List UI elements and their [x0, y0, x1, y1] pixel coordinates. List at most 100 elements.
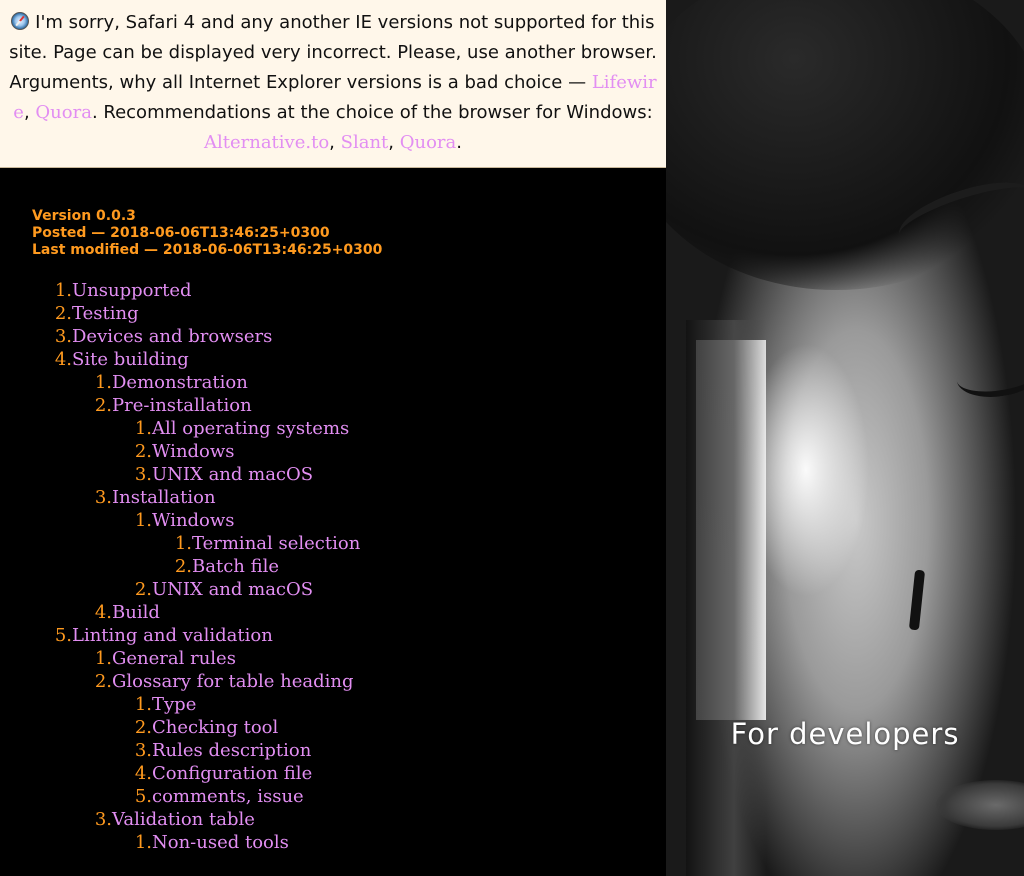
toc-item: 2. UNIX and macOS	[32, 578, 360, 601]
toc-item-number: 5.	[134, 786, 152, 807]
lips-shape	[936, 780, 1024, 830]
slant-link[interactable]: Slant	[341, 132, 389, 153]
browser-warning-banner: I'm sorry, Safari 4 and any another IE v…	[0, 0, 666, 168]
toc-item-link[interactable]: Type	[152, 693, 196, 716]
toc-item: 5. comments, issue	[32, 785, 360, 808]
toc-item-link[interactable]: Testing	[72, 302, 139, 325]
table-of-contents: 1. Unsupported 2. Testing 3. Devices and brow…	[32, 279, 360, 854]
toc-item: 2. Windows	[32, 440, 360, 463]
toc-item: 1. Windows	[32, 509, 360, 532]
quora-link[interactable]: Quora	[35, 102, 92, 123]
post-meta: Version 0.0.3 Posted — 2018-06-06T13:46:…	[32, 208, 382, 259]
toc-item-number: 3.	[94, 487, 112, 508]
toc-item-link[interactable]: Site building	[72, 348, 189, 371]
posted-date: Posted — 2018-06-06T13:46:25+0300	[32, 225, 330, 241]
toc-item-number: 4.	[54, 349, 72, 370]
warning-text-end: .	[456, 132, 462, 153]
toc-item: 3. Installation	[32, 486, 360, 509]
toc-item-link[interactable]: Checking tool	[152, 716, 278, 739]
toc-item-link[interactable]: Windows	[152, 509, 235, 532]
toc-item-number: 2.	[134, 717, 152, 738]
toc-item: 3. Validation table	[32, 808, 360, 831]
toc-item-number: 2.	[134, 579, 152, 600]
toc-item-link[interactable]: Installation	[112, 486, 216, 509]
toc-item: 3. UNIX and macOS	[32, 463, 360, 486]
toc-item-number: 2.	[134, 441, 152, 462]
toc-item-link[interactable]: Terminal selection	[192, 532, 360, 555]
toc-item-link[interactable]: Build	[112, 601, 160, 624]
toc-item-number: 2.	[94, 395, 112, 416]
toc-item: 2. Batch file	[32, 555, 360, 578]
toc-item-link[interactable]: Validation table	[112, 808, 255, 831]
toc-item-number: 2.	[94, 671, 112, 692]
nose-shape	[908, 569, 926, 631]
toc-item-number: 3.	[134, 740, 152, 761]
toc-item: 1. All operating systems	[32, 417, 360, 440]
modified-date: Last modified — 2018-06-06T13:46:25+0300	[32, 242, 383, 258]
toc-item: 1. Terminal selection	[32, 532, 360, 555]
toc-item: 5. Linting and validation	[32, 624, 360, 647]
toc-item-link[interactable]: Pre-installation	[112, 394, 252, 417]
toc-item-number: 1.	[174, 533, 192, 554]
toc-item-link[interactable]: All operating systems	[152, 417, 349, 440]
warning-text-middle: . Recommendations at the choice of the b…	[91, 102, 653, 123]
toc-item-number: 3.	[54, 326, 72, 347]
toc-item: 2. Checking tool	[32, 716, 360, 739]
separator: ,	[329, 132, 341, 153]
toc-item-number: 4.	[134, 763, 152, 784]
toc-item-number: 5.	[54, 625, 72, 646]
toc-item: 3. Devices and browsers	[32, 325, 360, 348]
toc-item-number: 4.	[94, 602, 112, 623]
toc-item-link[interactable]: Rules description	[152, 739, 311, 762]
toc-item-link[interactable]: Non-used tools	[152, 831, 289, 854]
toc-item-number: 1.	[134, 510, 152, 531]
toc-item-number: 2.	[174, 556, 192, 577]
hero-image: For developers	[666, 0, 1024, 876]
hair-strand	[686, 320, 766, 876]
toc-item-number: 1.	[134, 418, 152, 439]
toc-item-number: 1.	[134, 832, 152, 853]
toc-item-link[interactable]: Demonstration	[112, 371, 248, 394]
toc-item: 4. Site building	[32, 348, 360, 371]
toc-item-number: 2.	[54, 303, 72, 324]
toc-item-link[interactable]: Windows	[152, 440, 235, 463]
toc-item-link[interactable]: Unsupported	[72, 279, 192, 302]
toc-item: 1. Non-used tools	[32, 831, 360, 854]
toc-item: 2. Glossary for table heading	[32, 670, 360, 693]
toc-item-number: 1.	[94, 372, 112, 393]
toc-item: 2. Testing	[32, 302, 360, 325]
toc-item-link[interactable]: Batch file	[192, 555, 279, 578]
toc-item-link[interactable]: Linting and validation	[72, 624, 273, 647]
toc-item: 4. Configuration file	[32, 762, 360, 785]
hero-caption: For developers	[730, 717, 960, 751]
toc-item-link[interactable]: UNIX and macOS	[152, 463, 313, 486]
hair-shape	[666, 0, 1024, 290]
toc-item-link[interactable]: comments, issue	[152, 785, 304, 808]
safari-icon	[11, 12, 30, 30]
separator: ,	[388, 132, 400, 153]
toc-item-link[interactable]: Configuration file	[152, 762, 312, 785]
toc-item: 3. Rules description	[32, 739, 360, 762]
toc-item-number: 1.	[54, 280, 72, 301]
toc-item: 1. Demonstration	[32, 371, 360, 394]
main-column: I'm sorry, Safari 4 and any another IE v…	[0, 0, 666, 876]
toc-item: 1. Unsupported	[32, 279, 360, 302]
version-label: Version 0.0.3	[32, 208, 136, 224]
toc-item-link[interactable]: UNIX and macOS	[152, 578, 313, 601]
toc-item: 1. General rules	[32, 647, 360, 670]
warning-text: I'm sorry, Safari 4 and any another IE v…	[9, 12, 657, 93]
alternativeto-link[interactable]: Alternative.to	[204, 132, 329, 153]
toc-item-link[interactable]: Glossary for table heading	[112, 670, 354, 693]
toc-item: 2. Pre-installation	[32, 394, 360, 417]
quora-link-2[interactable]: Quora	[400, 132, 457, 153]
toc-item-number: 1.	[94, 648, 112, 669]
toc-item-number: 3.	[134, 464, 152, 485]
toc-item-link[interactable]: General rules	[112, 647, 236, 670]
toc-item-number: 3.	[94, 809, 112, 830]
toc-item-number: 1.	[134, 694, 152, 715]
toc-item: 4. Build	[32, 601, 360, 624]
toc-item-link[interactable]: Devices and browsers	[72, 325, 272, 348]
separator: ,	[23, 102, 36, 123]
toc-item: 1. Type	[32, 693, 360, 716]
eyelash-shape	[952, 342, 1024, 404]
